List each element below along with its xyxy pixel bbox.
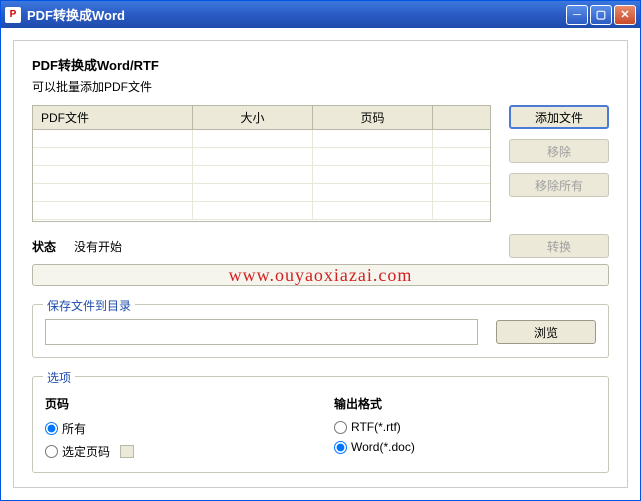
col-pages[interactable]: 页码	[313, 106, 433, 129]
save-path-input[interactable]	[45, 319, 478, 345]
options-fieldset: 选项 页码 所有 选定页码	[32, 376, 609, 473]
radio-selected-label: 选定页码	[62, 443, 110, 460]
radio-all-pages[interactable]: 所有	[45, 420, 134, 437]
col-file[interactable]: PDF文件	[33, 106, 193, 129]
path-row: 浏览	[45, 319, 596, 345]
options-row: 页码 所有 选定页码 输出格式	[45, 395, 596, 460]
side-buttons: 添加文件 移除 移除所有	[509, 105, 609, 222]
panel-subheading: 可以批量添加PDF文件	[32, 78, 609, 95]
remove-all-button[interactable]: 移除所有	[509, 173, 609, 197]
app-icon: P	[5, 7, 21, 23]
radio-selected-input[interactable]	[45, 445, 58, 458]
window-title: PDF转换成Word	[27, 5, 566, 24]
col-blank	[433, 106, 490, 129]
convert-button[interactable]: 转换	[509, 234, 609, 258]
file-row: PDF文件 大小 页码 添加文件 移除	[32, 105, 609, 222]
convert-side: 转换	[509, 234, 609, 258]
titlebar: P PDF转换成Word ─ ▢ ✕	[1, 1, 640, 28]
remove-button[interactable]: 移除	[509, 139, 609, 163]
radio-rtf-label: RTF(*.rtf)	[351, 420, 401, 434]
progress-bar: www.ouyaoxiazai.com	[32, 264, 609, 286]
window-buttons: ─ ▢ ✕	[566, 5, 636, 25]
main-panel: PDF转换成Word/RTF 可以批量添加PDF文件 PDF文件 大小 页码	[13, 40, 628, 488]
radio-rtf[interactable]: RTF(*.rtf)	[334, 420, 415, 434]
content-area: PDF转换成Word/RTF 可以批量添加PDF文件 PDF文件 大小 页码	[1, 28, 640, 500]
maximize-button[interactable]: ▢	[590, 5, 612, 25]
radio-word-label: Word(*.doc)	[351, 440, 415, 454]
col-size[interactable]: 大小	[193, 106, 313, 129]
save-fieldset: 保存文件到目录 浏览	[32, 304, 609, 358]
radio-all-input[interactable]	[45, 422, 58, 435]
radio-word-input[interactable]	[334, 441, 347, 454]
radio-word[interactable]: Word(*.doc)	[334, 440, 415, 454]
page-label: 页码	[45, 395, 134, 412]
watermark-text: www.ouyaoxiazai.com	[229, 265, 413, 286]
radio-selected-pages[interactable]: 选定页码	[45, 443, 134, 460]
file-table: PDF文件 大小 页码	[32, 105, 491, 222]
radio-rtf-input[interactable]	[334, 421, 347, 434]
status-row: 状态 没有开始 转换	[32, 234, 609, 258]
table-header: PDF文件 大小 页码	[32, 105, 491, 130]
format-label: 输出格式	[334, 395, 415, 412]
minimize-button[interactable]: ─	[566, 5, 588, 25]
table-body[interactable]	[32, 130, 491, 222]
app-window: P PDF转换成Word ─ ▢ ✕ PDF转换成Word/RTF 可以批量添加…	[0, 0, 641, 501]
status-value: 没有开始	[74, 238, 122, 255]
page-options: 页码 所有 选定页码	[45, 395, 134, 460]
radio-all-label: 所有	[62, 420, 86, 437]
page-range-input	[120, 445, 134, 458]
format-options: 输出格式 RTF(*.rtf) Word(*.doc)	[334, 395, 415, 460]
add-file-button[interactable]: 添加文件	[509, 105, 609, 129]
status-label: 状态	[32, 238, 56, 255]
close-button[interactable]: ✕	[614, 5, 636, 25]
options-legend: 选项	[43, 369, 75, 386]
save-legend: 保存文件到目录	[43, 297, 135, 314]
browse-button[interactable]: 浏览	[496, 320, 596, 344]
panel-heading: PDF转换成Word/RTF	[32, 55, 609, 74]
